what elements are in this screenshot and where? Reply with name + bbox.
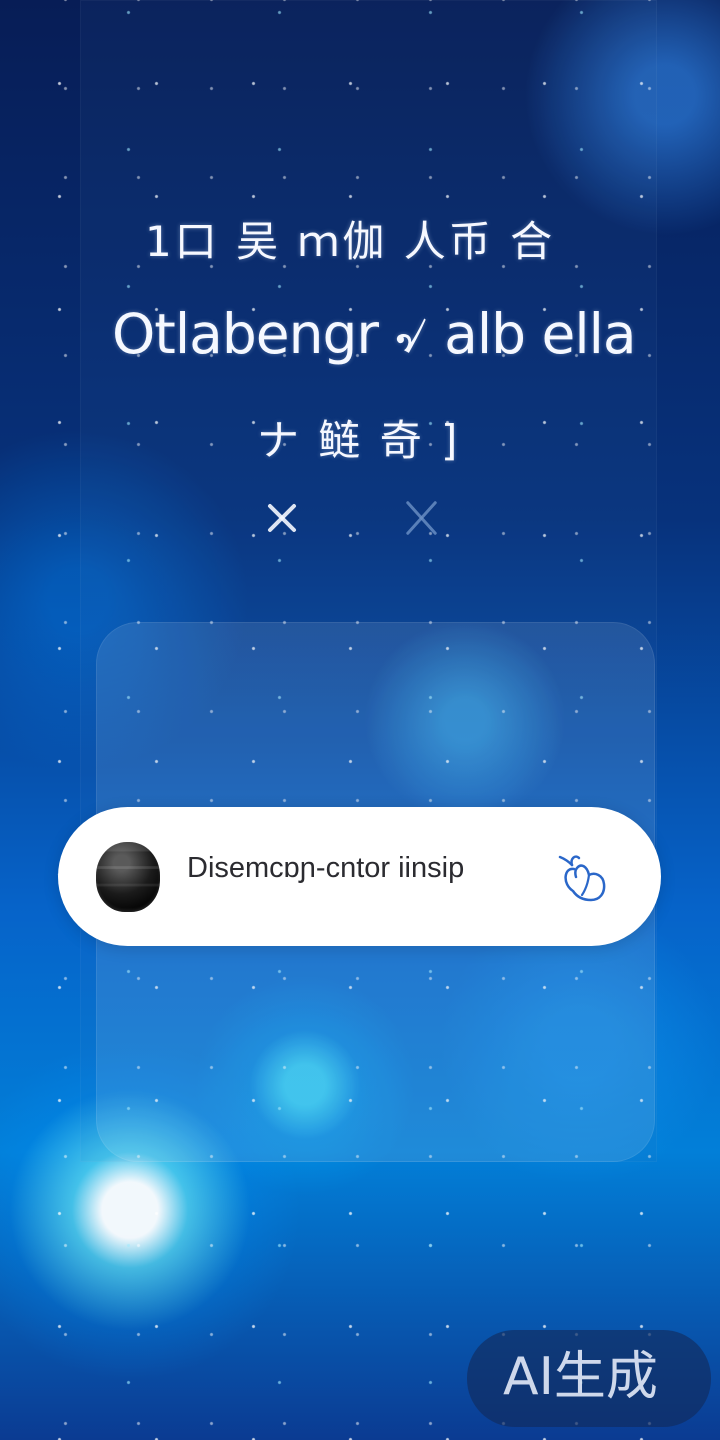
close-icon[interactable] [262,498,302,538]
faint-x-icon [396,494,448,542]
ai-generated-text: AI生成 [503,1347,658,1407]
avatar-icon [96,842,160,912]
hand-icon[interactable] [552,850,610,912]
title-line-2: Otlabengr ৵ alb ella [112,302,637,366]
search-bar-text: Disemcɒɲ-cntor iinsip [187,852,465,884]
title-line-3: ナ 鲢 奇 ] [257,416,461,465]
title-line-1: 1口 吴 ｍ伽 人币 合 [145,217,556,266]
